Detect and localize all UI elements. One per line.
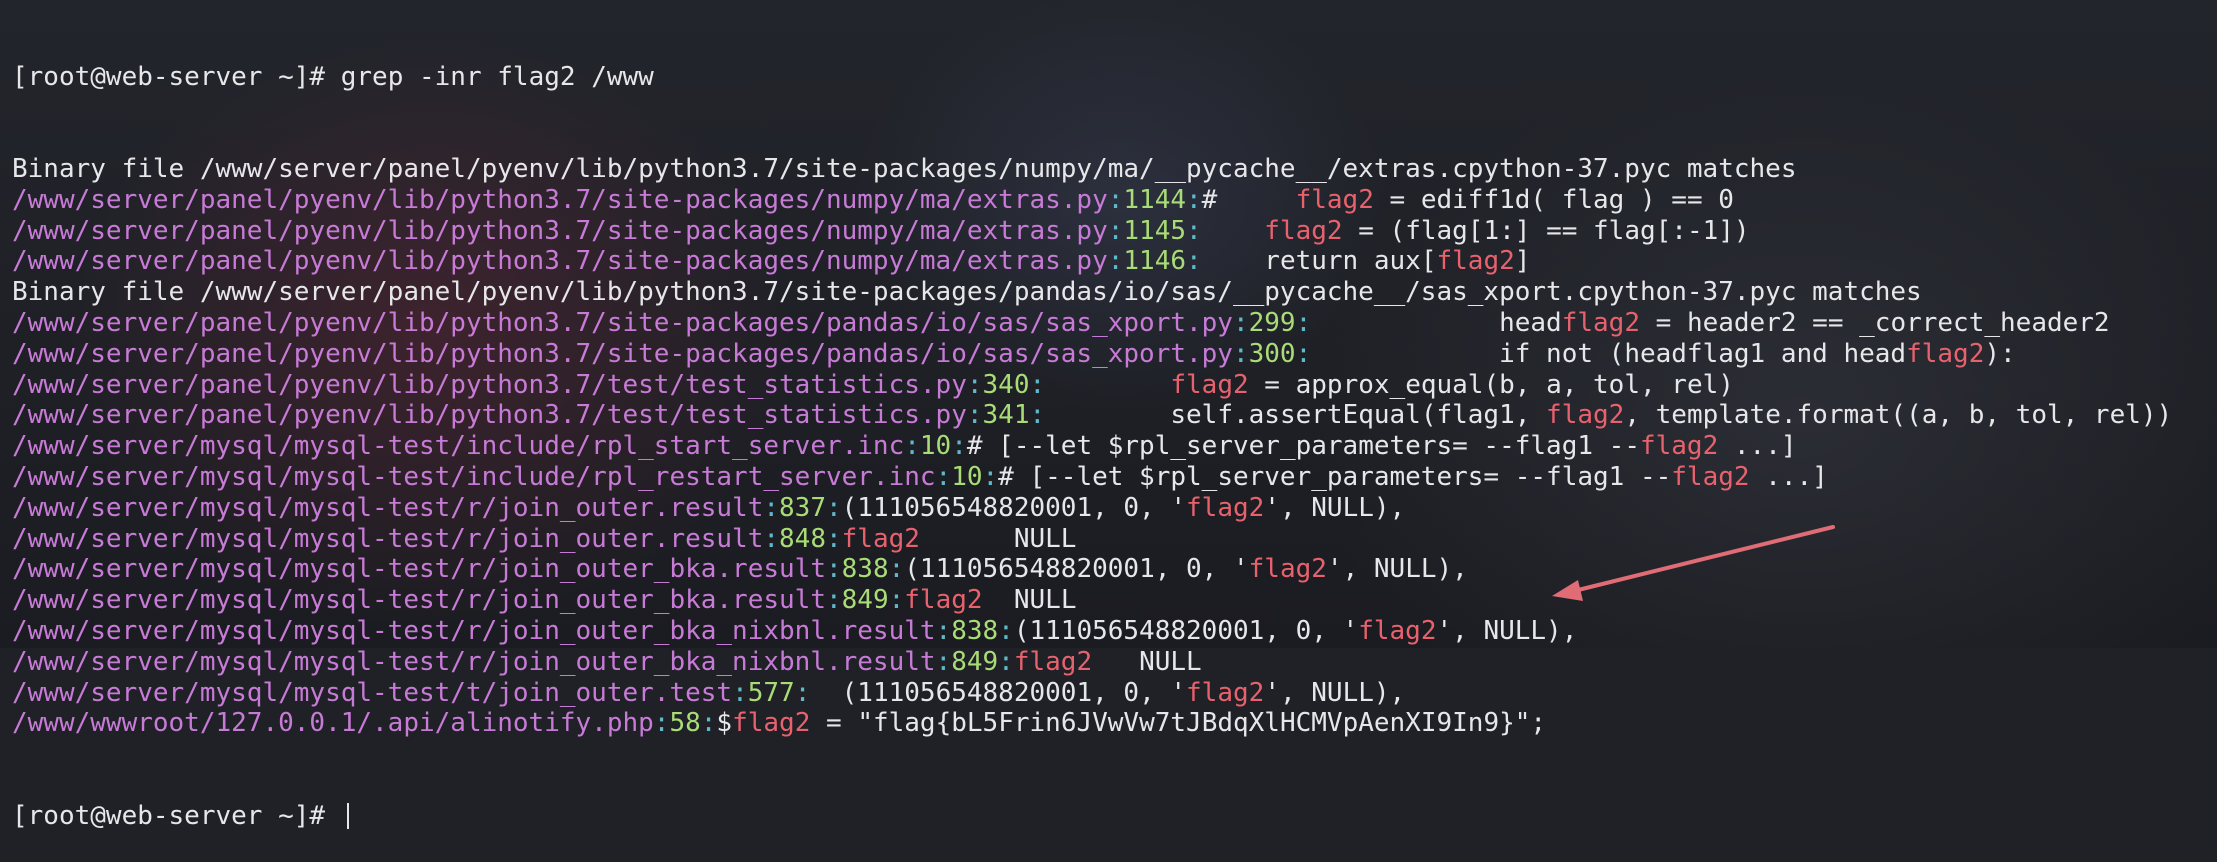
separator: : [935,646,952,677]
separator: : [700,708,717,739]
grep-match-line: /www/server/mysql/mysql-test/r/join_oute… [12,647,2217,678]
file-path: /www/server/mysql/mysql-test/r/join_oute… [12,646,936,677]
text-cursor [346,802,349,829]
arrow-head [1552,580,1583,601]
match-context: NULL [1092,646,1202,677]
match-highlight: flag2 [1013,646,1093,677]
line-number: 577 [747,677,795,708]
separator: : [653,708,670,739]
match-context: $ [716,708,733,739]
final-prompt-line[interactable]: [root@web-server ~]# [12,801,2217,832]
separator: : [998,646,1014,677]
match-context: (111056548820001, 0, ' [810,677,1187,708]
match-highlight: flag2 [732,708,811,739]
line-number: 58 [669,708,701,739]
match-context: = "flag{bL5Frin6JVwVw7tJBdqXlHCMVpAenXI9… [810,708,1547,739]
match-highlight: flag2 [1186,677,1265,708]
separator: : [732,677,748,708]
separator: : [794,677,811,708]
shell-prompt-final: [root@web-server ~]# [12,800,341,831]
grep-match-line: /www/server/mysql/mysql-test/t/join_oute… [12,678,2217,709]
line-number: 849 [951,646,999,677]
arrow-shaft [1568,525,1835,594]
match-context: ', NULL), [1264,677,1406,708]
file-path: /www/server/mysql/mysql-test/t/join_oute… [12,677,733,708]
file-path: /www/wwwroot/127.0.0.1/.api/alinotify.ph… [12,708,654,739]
annotation-arrow [1552,525,1835,601]
grep-match-line: /www/wwwroot/127.0.0.1/.api/alinotify.ph… [12,708,2217,739]
